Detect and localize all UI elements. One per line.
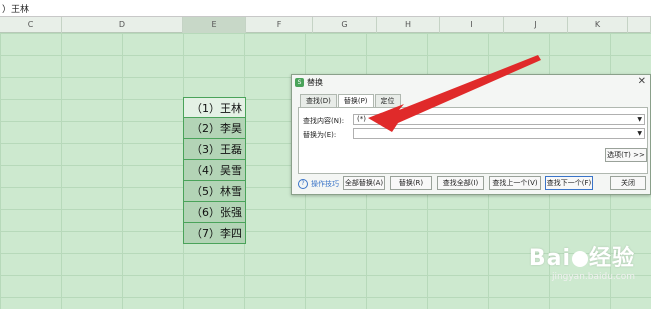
find-all-button[interactable]: 查找全部(I) [437,176,484,190]
tips-link[interactable]: ? 操作技巧 [298,179,339,189]
column-header-h[interactable]: H [377,17,440,33]
find-prev-button[interactable]: 查找上一个(V) [489,176,541,190]
cell-e3[interactable]: （3）王磊 [183,139,246,160]
cell-e4[interactable]: （4）吴雪 [183,160,246,181]
tab-replace[interactable]: 替换(P) [337,94,374,108]
dialog-tabs: 查找(D) 替换(P) 定位 [300,94,402,108]
chevron-down-icon[interactable]: ▼ [637,115,642,124]
replace-input[interactable]: ▼ [353,128,645,139]
replace-button[interactable]: 替换(R) [390,176,432,190]
column-header-l[interactable] [628,17,651,33]
help-icon: ? [298,179,308,189]
cell-e1[interactable]: （1）王林 [183,97,246,118]
column-header-j[interactable]: J [504,17,568,33]
dialog-title: 替换 [307,77,323,87]
replace-label: 替换为(E): [303,131,337,139]
formula-bar-value: ）王林 [2,5,30,15]
chevron-down-icon[interactable]: ▼ [637,129,642,138]
cell-e2[interactable]: （2）李昊 [183,118,246,139]
column-header-k[interactable]: K [568,17,628,33]
close-icon[interactable]: ✕ [638,76,646,87]
formula-bar[interactable]: ）王林 [0,0,651,17]
cell-e7[interactable]: （7）李四 [183,223,246,244]
column-header-f[interactable]: F [246,17,313,33]
column-header-g[interactable]: G [313,17,377,33]
tab-goto[interactable]: 定位 [374,94,401,107]
close-button[interactable]: 关闭 [610,176,646,190]
watermark: Bai 经验 jingyan.baidu.com [529,240,635,282]
find-value: (*) [357,115,366,123]
app-icon: S [295,77,304,87]
paw-icon [571,251,588,267]
tips-label: 操作技巧 [311,180,339,188]
column-header-row: CDEFGHIJK [0,17,651,33]
options-button[interactable]: 选项(T) >> [605,148,647,162]
tab-find[interactable]: 查找(D) [300,94,337,107]
selected-range[interactable]: （1）王林 （2）李昊 （3）王磊 （4）吴雪 （5）林雪 （6）张强 （7）李… [183,97,246,244]
replace-panel: 查找内容(N): (*) ▼ 替换为(E): ▼ 选项(T) >> [298,107,648,174]
replace-all-button[interactable]: 全部替换(A) [343,176,385,190]
cell-e5[interactable]: （5）林雪 [183,181,246,202]
watermark-url: jingyan.baidu.com [551,272,635,282]
column-header-i[interactable]: I [440,17,504,33]
column-header-d[interactable]: D [62,17,183,33]
replace-dialog: S 替换 ✕ 查找(D) 替换(P) 定位 查找内容(N): (*) ▼ 替换为… [291,74,651,195]
find-label: 查找内容(N): [303,117,345,125]
dialog-titlebar[interactable]: S 替换 ✕ [292,75,650,89]
cell-e6[interactable]: （6）张强 [183,202,246,223]
column-header-c[interactable]: C [0,17,62,33]
watermark-logo: Bai 经验 [528,246,635,271]
find-input[interactable]: (*) ▼ [353,114,645,125]
find-next-button[interactable]: 查找下一个(F) [545,176,593,190]
column-header-e[interactable]: E [183,17,246,33]
